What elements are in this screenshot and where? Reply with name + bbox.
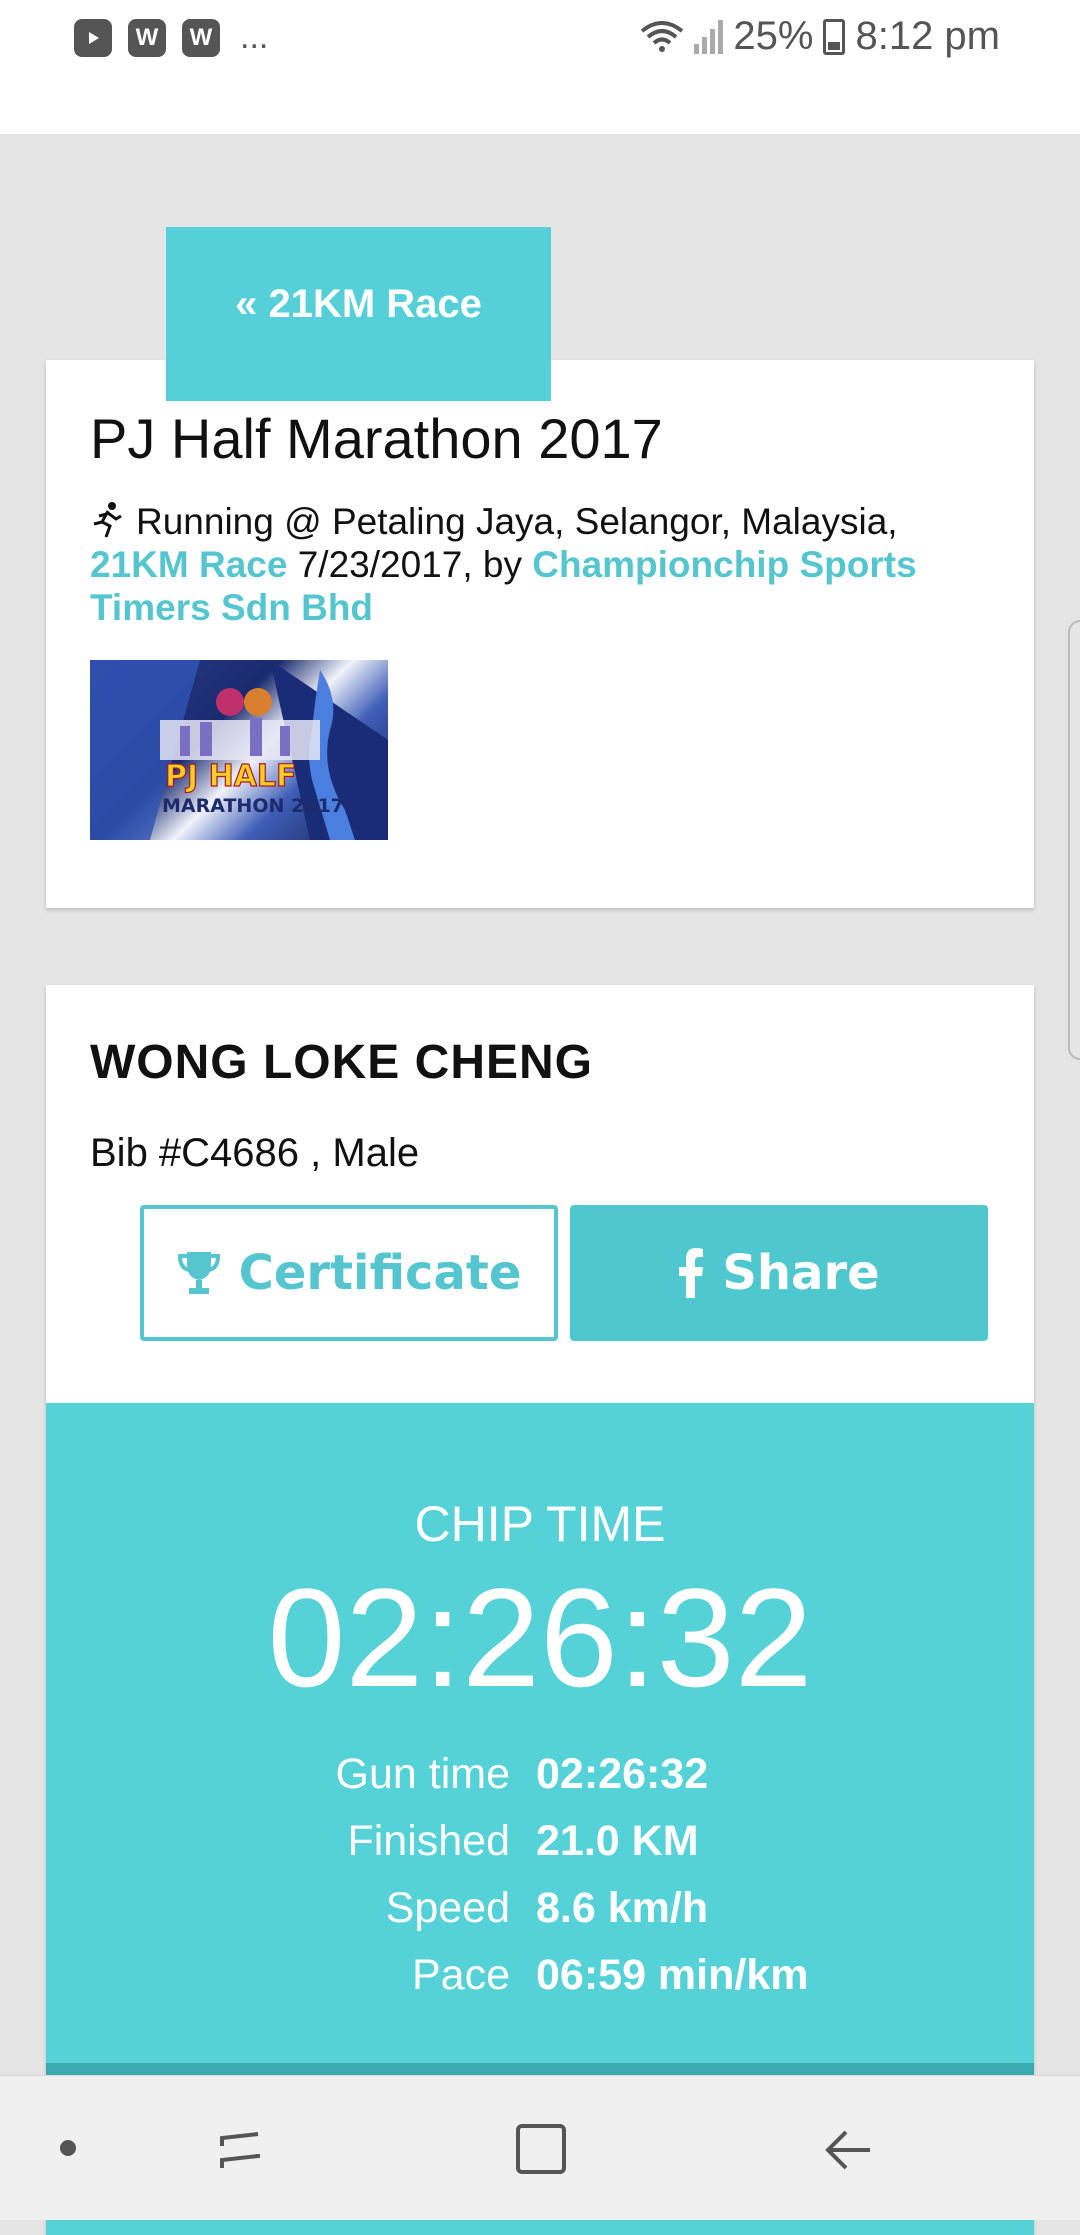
share-button[interactable]: Share	[570, 1205, 988, 1341]
trophy-icon	[177, 1252, 220, 1294]
certificate-label: Certificate	[238, 1245, 522, 1301]
status-bar: W W ... 25% 8:12 pm	[0, 0, 1080, 134]
stat-value: 8.6 km/h	[536, 1884, 709, 1932]
system-icons: 25% 8:12 pm	[640, 14, 1000, 59]
panel-bottom-strip	[46, 2063, 1034, 2075]
logo-line2: MARATHON 2017	[162, 795, 344, 817]
event-date: 7/23/2017, by	[297, 544, 522, 585]
event-title: PJ Half Marathon 2017	[90, 407, 663, 470]
stat-row-speed: Speed 8.6 km/h	[46, 1875, 1034, 1942]
result-card: WONG LOKE CHENG Bib #C4686 , Male Certif…	[46, 985, 1034, 2235]
chip-time-label: CHIP TIME	[414, 1496, 666, 1552]
stat-key: Speed	[385, 1884, 510, 1932]
event-card: PJ Half Marathon 2017 Running @ Petaling…	[46, 360, 1034, 908]
more-notifications: ...	[240, 18, 269, 56]
nav-dot-icon[interactable]	[60, 2140, 76, 2156]
notification-icons: W W ...	[74, 18, 268, 57]
edge-panel-handle[interactable]	[1068, 620, 1080, 1060]
facebook-icon	[679, 1248, 704, 1298]
navigation-bar	[0, 2075, 1080, 2220]
clock: 8:12 pm	[855, 14, 1000, 58]
stat-key: Pace	[411, 1951, 510, 1999]
stat-value: 21.0 KM	[536, 1817, 699, 1865]
bib-info: Bib #C4686 , Male	[90, 1131, 420, 1175]
event-activity: Running @ Petaling Jaya, Selangor, Malay…	[136, 501, 898, 542]
stat-row-pace: Pace 06:59 min/km	[46, 1942, 1034, 2009]
race-link[interactable]: 21KM Race	[90, 544, 287, 585]
wifi-icon	[641, 20, 684, 52]
signal-icon	[694, 19, 724, 54]
runner-name: WONG LOKE CHENG	[90, 1036, 593, 1089]
chip-time-value: 02:26:32	[267, 1559, 813, 1716]
logo-line1: PJ HALF	[165, 759, 297, 794]
race-tab-button[interactable]: « 21KM Race	[166, 227, 551, 401]
battery-icon	[823, 18, 846, 55]
youtube-icon	[74, 18, 112, 57]
stats-list: Gun time 02:26:32 Finished 21.0 KM Speed…	[46, 1741, 1034, 2009]
event-info: Running @ Petaling Jaya, Selangor, Malay…	[90, 500, 990, 629]
stat-row-finished: Finished 21.0 KM	[46, 1808, 1034, 1875]
home-button-icon[interactable]	[516, 2124, 566, 2174]
battery-percent: 25%	[733, 14, 814, 58]
stat-key: Finished	[347, 1817, 510, 1865]
event-logo: PJ HALF MARATHON 2017	[90, 660, 388, 840]
back-arrow-icon[interactable]	[820, 2120, 880, 2180]
stat-value: 06:59 min/km	[536, 1951, 809, 1999]
w-app-icon: W	[182, 18, 220, 57]
stat-row-gun-time: Gun time 02:26:32	[46, 1741, 1034, 1808]
share-label: Share	[722, 1245, 880, 1301]
stat-value: 02:26:32	[536, 1750, 709, 1798]
running-icon	[93, 502, 122, 538]
stat-key: Gun time	[335, 1750, 510, 1798]
recent-apps-icon[interactable]	[210, 2126, 270, 2176]
w-app-icon: W	[128, 18, 166, 57]
certificate-button[interactable]: Certificate	[140, 1205, 558, 1341]
